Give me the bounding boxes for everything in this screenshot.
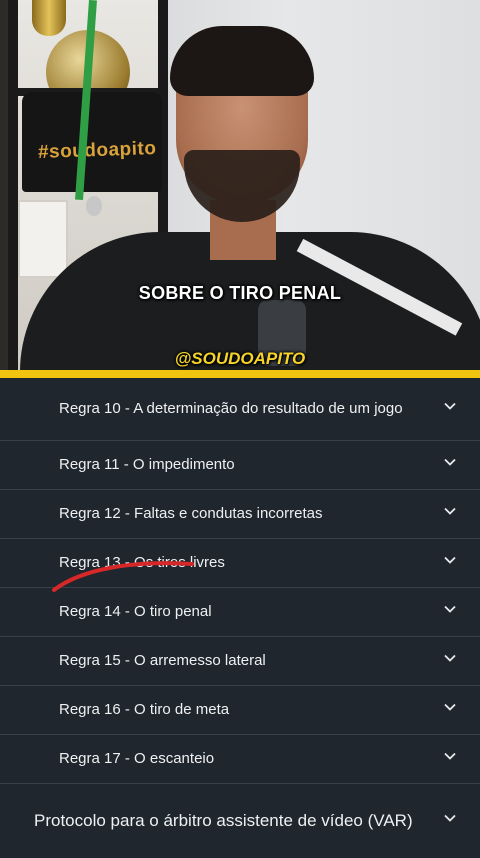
accordion-row-var-protocol[interactable]: Protocolo para o árbitro assistente de v…: [0, 784, 480, 858]
accordion-row-label: Regra 15 - O arremesso lateral: [59, 652, 266, 669]
accordion-row-label: Regra 13 - Os tiros livres: [59, 554, 225, 571]
accordion-row-rule-10[interactable]: Regra 10 - A determinação do resultado d…: [0, 378, 480, 441]
chevron-down-icon[interactable]: [444, 456, 456, 468]
accordion-row-rule-11[interactable]: Regra 11 - O impedimento: [0, 441, 480, 490]
video-frame: #soudoapito SOBRE O TIRO PENAL @SOUDOAPI…: [0, 0, 480, 370]
chevron-down-icon[interactable]: [444, 603, 456, 615]
shirt-text: #soudoapito: [37, 137, 157, 164]
channel-handle: @SOUDOAPITO: [174, 349, 306, 368]
video-caption: SOBRE O TIRO PENAL: [138, 283, 342, 303]
accordion-row-rule-15[interactable]: Regra 15 - O arremesso lateral: [0, 637, 480, 686]
accordion-row-rule-12[interactable]: Regra 12 - Faltas e condutas incorretas: [0, 490, 480, 539]
picture-frame: [18, 200, 68, 278]
accordion-row-label: Regra 16 - O tiro de meta: [59, 701, 230, 718]
accent-divider: [0, 370, 480, 378]
accordion-row-label: Regra 10 - A determinação do resultado d…: [59, 400, 403, 417]
chevron-down-icon[interactable]: [444, 701, 456, 713]
presenter-hair: [170, 26, 314, 96]
accordion-row-label: Regra 14 - O tiro penal: [59, 603, 212, 620]
accordion-row-label: Regra 17 - O escanteio: [59, 750, 215, 767]
medal: [86, 196, 102, 216]
presenter-beard: [184, 150, 300, 222]
chevron-down-icon[interactable]: [444, 505, 456, 517]
chevron-down-icon[interactable]: [444, 400, 456, 412]
accordion-row-label: Protocolo para o árbitro assistente de v…: [34, 811, 413, 830]
chevron-down-icon[interactable]: [444, 652, 456, 664]
accordion-row-label: Regra 12 - Faltas e condutas incorretas: [59, 505, 323, 522]
accordion-row-rule-14[interactable]: Regra 14 - O tiro penal: [0, 588, 480, 637]
chevron-down-icon[interactable]: [444, 554, 456, 566]
accordion-row-rule-13[interactable]: Regra 13 - Os tiros livres: [0, 539, 480, 588]
rules-accordion: Regra 10 - A determinação do resultado d…: [0, 378, 480, 858]
accordion-row-rule-17[interactable]: Regra 17 - O escanteio: [0, 735, 480, 784]
trophy: [32, 0, 66, 36]
chevron-down-icon[interactable]: [444, 812, 456, 824]
accordion-row-label: Regra 11 - O impedimento: [59, 456, 235, 473]
accordion-row-rule-16[interactable]: Regra 16 - O tiro de meta: [0, 686, 480, 735]
chevron-down-icon[interactable]: [444, 750, 456, 762]
